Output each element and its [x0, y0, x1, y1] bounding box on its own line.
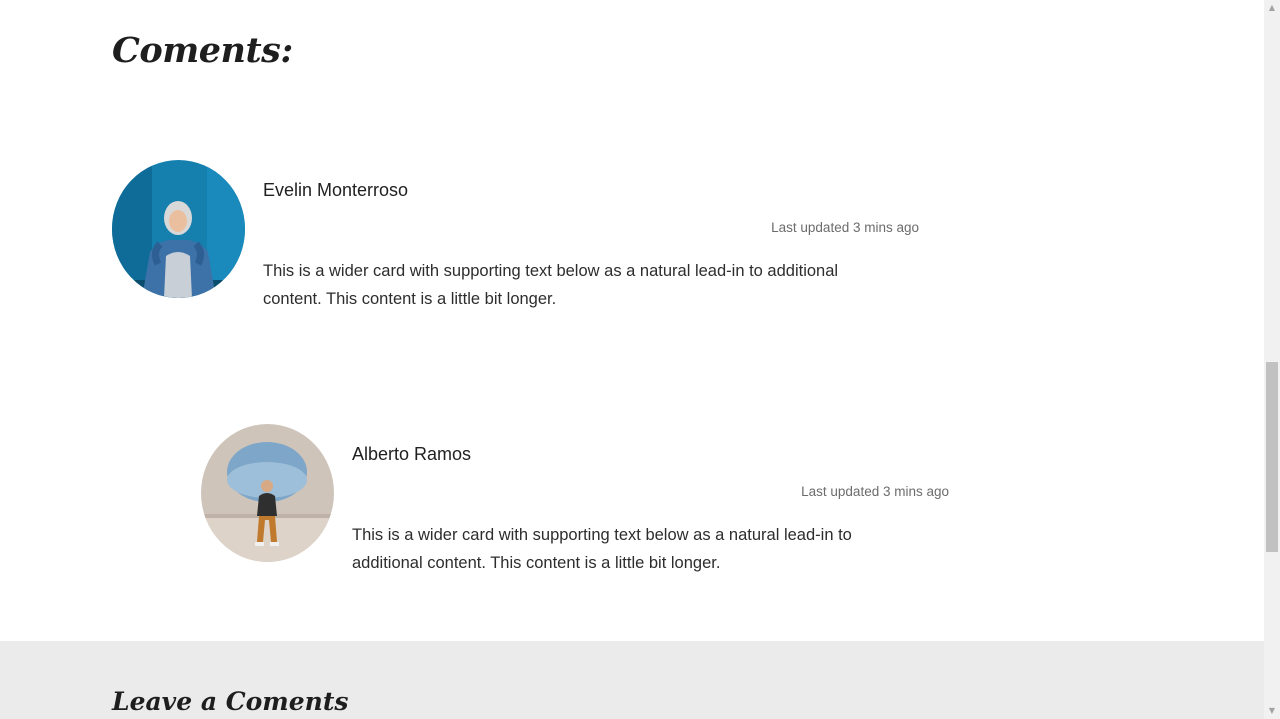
scroll-up-arrow-icon[interactable]: ▲: [1264, 0, 1280, 16]
avatar: [201, 424, 334, 562]
comment-text: This is a wider card with supporting tex…: [352, 526, 852, 572]
scroll-down-arrow-icon[interactable]: ▼: [1264, 703, 1280, 719]
comment-author: Evelin Monterroso: [263, 180, 409, 200]
comment-author: Alberto Ramos: [352, 444, 472, 464]
avatar-photo: [112, 160, 245, 298]
comment-timestamp: Last updated 3 mins ago: [801, 484, 949, 499]
leave-comment-section: Leave a Coments: [0, 641, 1264, 719]
scrollbar-thumb[interactable]: [1266, 362, 1278, 552]
page: Coments: Evelin Monterroso Last updated …: [0, 0, 1264, 719]
comment-timestamp: Last updated 3 mins ago: [771, 220, 919, 235]
comment-reply-item: Alberto Ramos Last updated 3 mins ago Th…: [201, 424, 951, 584]
comments-title: Coments:: [112, 30, 293, 71]
avatar: [112, 160, 245, 298]
comment-item: Evelin Monterroso Last updated 3 mins ag…: [112, 160, 922, 320]
comment-text: This is a wider card with supporting tex…: [263, 262, 839, 308]
vertical-scrollbar[interactable]: ▲ ▼: [1264, 0, 1280, 719]
leave-comment-title: Leave a Coments: [112, 687, 349, 716]
avatar-photo: [201, 424, 334, 562]
